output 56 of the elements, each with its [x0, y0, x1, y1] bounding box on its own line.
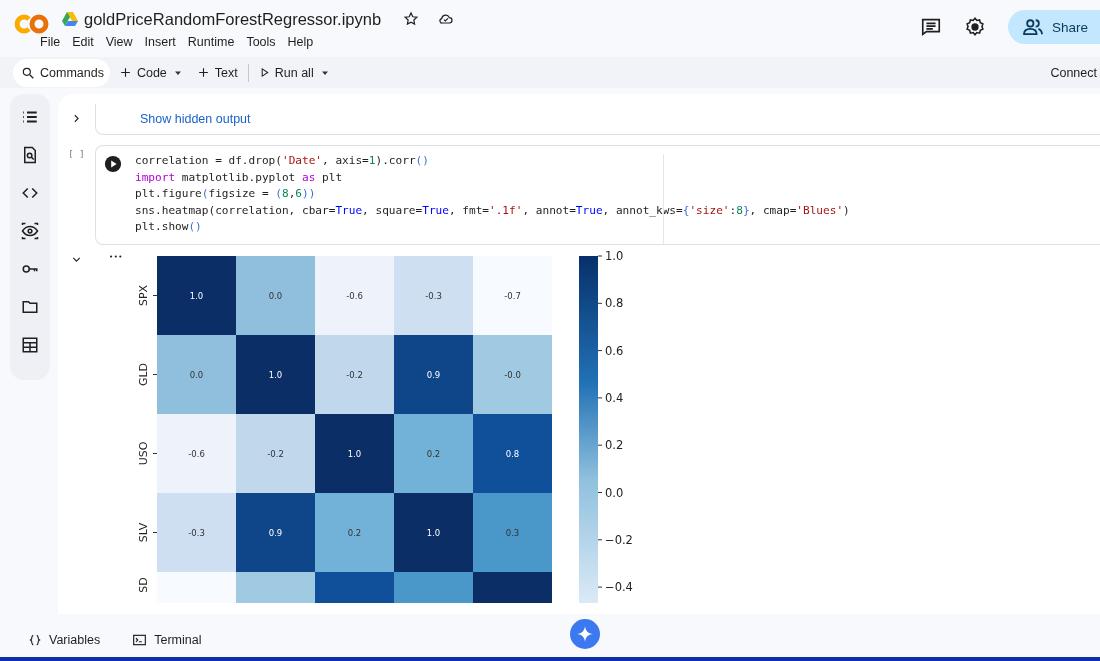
commands-button[interactable]: Commands: [13, 58, 110, 87]
variables-button[interactable]: Variables: [22, 631, 107, 648]
menu-item[interactable]: Edit: [72, 35, 106, 49]
row-label: SD: [137, 577, 150, 593]
cell-value: -0.6: [188, 448, 205, 459]
colorbar-tick-label: 0.2: [605, 438, 624, 453]
menu-item[interactable]: Insert: [144, 35, 188, 49]
notebook-title[interactable]: goldPriceRandomForestRegressor.ipynb: [84, 9, 382, 29]
colorbar-tick-label: −0.2: [605, 532, 633, 547]
share-button[interactable]: Share: [1007, 10, 1100, 44]
menu-item[interactable]: Runtime: [187, 35, 247, 49]
cell-value: 0.9: [426, 369, 441, 380]
cell-value: 1.0: [268, 369, 283, 380]
cell-value: -0.0: [504, 369, 521, 380]
row-label: SLV: [137, 522, 150, 543]
run-all-button[interactable]: Run all: [252, 58, 320, 87]
code-line: plt.show(): [135, 219, 203, 235]
colorbar-tick-label: 0.8: [605, 296, 624, 311]
code-line: plt.figure(figsize = (8,6)): [135, 186, 317, 202]
code-line: sns.heatmap(correlation, cbar=True, square=True, fmt='.1f', annot=True, annot_kws={'size':8}, cmap='Blues'): [135, 202, 850, 219]
cell-value: 0.2: [426, 448, 441, 459]
terminal-button[interactable]: Terminal: [126, 631, 208, 648]
cell-value: 0.0: [189, 369, 204, 380]
cell-value: -0.7: [504, 290, 521, 301]
menu-item[interactable]: Tools: [246, 35, 288, 49]
row-label: SPX: [137, 284, 150, 307]
colorbar-tick-label: 0.6: [605, 343, 624, 358]
menu-item[interactable]: File: [40, 35, 73, 49]
cell-value: 0.3: [505, 527, 520, 538]
colorbar-tick-label: 0.0: [605, 485, 624, 500]
cell-value: -0.3: [188, 527, 205, 538]
row-label: GLD: [137, 362, 150, 387]
cell-value: 0.0: [268, 290, 283, 301]
menu-item[interactable]: Help: [287, 35, 326, 49]
cell-value: -0.2: [267, 448, 284, 459]
cell-value: 1.0: [426, 527, 441, 538]
add-code-button[interactable]: Code: [112, 58, 173, 87]
colorbar-tick-label: 0.4: [605, 390, 624, 405]
cell-value: -0.6: [346, 290, 363, 301]
menu-item[interactable]: View: [105, 35, 145, 49]
show-hidden-output-link[interactable]: Show hidden output: [140, 112, 251, 126]
cell-value: -0.3: [425, 290, 442, 301]
cell-value: -0.2: [346, 369, 363, 380]
cell-value: 0.2: [347, 527, 362, 538]
add-text-button[interactable]: Text: [190, 58, 244, 87]
colorbar-tick-label: −0.4: [605, 580, 633, 595]
connect-button[interactable]: Connect: [1050, 65, 1097, 80]
code-line: correlation = df.drop('Date', axis=1).corr(): [135, 153, 430, 169]
cell-value: 0.8: [505, 448, 520, 459]
row-label: USO: [137, 441, 150, 466]
cell-value: 0.9: [268, 527, 283, 538]
colorbar-tick-label: 1.0: [605, 249, 624, 263]
execution-count: [ ]: [68, 149, 85, 161]
cell-value: 1.0: [189, 290, 204, 301]
cell-value: 1.0: [347, 448, 362, 459]
code-line: import matplotlib.pyplot as plt: [135, 169, 344, 186]
